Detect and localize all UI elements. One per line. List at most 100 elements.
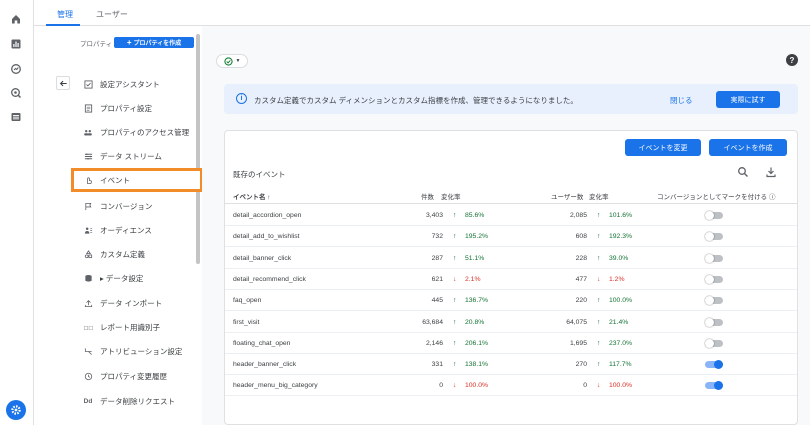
trend-up-arrow-icon: ↑: [453, 233, 457, 241]
advertising-icon[interactable]: [9, 86, 23, 100]
flag-icon: [82, 200, 94, 212]
home-icon[interactable]: [9, 12, 23, 26]
list-icon[interactable]: [9, 110, 23, 124]
table-row[interactable]: first_visit 63,684 ↑ 20.8% 64,075 ↑ 21.4%: [225, 312, 797, 333]
users-cell: 228: [575, 254, 587, 262]
event-name-cell: detail_banner_click: [233, 254, 292, 262]
trend-up-arrow-icon: ↑: [453, 318, 457, 326]
conversion-toggle[interactable]: [705, 381, 723, 391]
create-event-button[interactable]: イベントを作成: [709, 139, 787, 156]
table-row[interactable]: detail_accordion_open 3,403 ↑ 85.6% 2,085 ↑ 10…: [225, 205, 797, 226]
conversion-toggle[interactable]: [705, 338, 723, 348]
nav-label: カスタム定義: [100, 249, 145, 259]
nav-attribution-settings[interactable]: アトリビューション設定: [82, 342, 196, 360]
table-row[interactable]: detail_banner_click 287 ↑ 51.1% 228 ↑ 39.0%: [225, 248, 797, 269]
nav-label: データ インポート: [100, 298, 163, 308]
header-users[interactable]: ユーザー数: [551, 191, 583, 201]
people-icon: [82, 126, 94, 138]
nav-data-deletion-requests[interactable]: Dd データ削除リクエスト: [82, 392, 196, 410]
header-change-count[interactable]: 変化率: [441, 191, 461, 201]
table-row[interactable]: header_banner_click 331 ↑ 138.1% 270 ↑ 117.7%: [225, 354, 797, 376]
nav-setup-assistant[interactable]: 設定アシスタント: [82, 75, 196, 93]
conversion-toggle[interactable]: [705, 360, 723, 370]
svg-text:☐☐: ☐☐: [84, 325, 94, 331]
audience-icon: [82, 224, 94, 236]
explore-icon[interactable]: [9, 62, 23, 76]
conversion-toggle[interactable]: [705, 317, 723, 327]
nav-reporting-identity[interactable]: ☐☐ レポート用識別子: [82, 318, 196, 336]
nav-label: データ削除リクエスト: [100, 396, 175, 406]
create-property-button[interactable]: + プロパティを作成: [114, 37, 194, 48]
checkbox-icon: [82, 78, 94, 90]
help-icon[interactable]: ?: [786, 54, 798, 66]
trend-up-arrow-icon: ↑: [453, 254, 457, 262]
conversion-toggle[interactable]: [705, 232, 723, 242]
tab-admin[interactable]: 管理: [57, 9, 73, 20]
table-row[interactable]: detail_add_to_wishlist 732 ↑ 195.2% 608 ↑ 192.…: [225, 226, 797, 248]
info-icon: i: [236, 93, 247, 104]
toggle-knob: [714, 360, 723, 370]
nav-audiences[interactable]: オーディエンス: [82, 221, 196, 239]
table-row[interactable]: faq_open 445 ↑ 136.7% 220 ↑ 100.0%: [225, 290, 797, 312]
users-change-cell: 39.0%: [609, 254, 629, 262]
header-event-name[interactable]: イベント名 ↑: [233, 191, 271, 201]
nav-data-settings[interactable]: ▸ データ設定: [82, 269, 196, 287]
nav-property-settings[interactable]: プロパティ設定: [82, 99, 196, 117]
download-icon[interactable]: [765, 166, 777, 178]
event-name-cell: first_visit: [233, 318, 260, 326]
header-change-users[interactable]: 変化率: [589, 191, 609, 201]
trend-down-arrow-icon: ↓: [453, 382, 457, 390]
users-change-cell: 1.2%: [609, 275, 625, 283]
banner-try-button[interactable]: 実際に試す: [716, 91, 780, 108]
reports-icon[interactable]: [9, 37, 23, 51]
banner-close-button[interactable]: 閉じる: [670, 95, 693, 106]
users-cell: 477: [575, 275, 587, 283]
left-nav-rail: [0, 0, 34, 425]
nav-events[interactable]: イベント: [71, 168, 203, 192]
count-cell: 0: [439, 382, 443, 390]
table-row[interactable]: detail_recommend_click 621 ↓ 2.1% 477 ↓ 1.2%: [225, 269, 797, 290]
count-change-cell: 206.1%: [465, 339, 489, 347]
trend-down-arrow-icon: ↓: [597, 275, 601, 283]
trend-up-arrow-icon: ↑: [597, 233, 601, 241]
touch-icon: [82, 174, 94, 186]
admin-gear-icon[interactable]: [6, 400, 26, 420]
trend-up-arrow-icon: ↑: [453, 212, 457, 219]
status-dropdown[interactable]: ▼: [216, 54, 248, 68]
toggle-knob: [705, 317, 714, 327]
nav-label: イベント: [100, 175, 130, 185]
search-icon[interactable]: [737, 166, 749, 178]
table-header: イベント名 ↑ 件数 変化率 ユーザー数 変化率 コンバージョンとしてマークを付…: [225, 186, 797, 204]
panel-scrollbar[interactable]: [196, 34, 200, 264]
count-cell: 2,146: [425, 339, 443, 347]
toggle-knob: [705, 338, 714, 348]
nav-custom-definitions[interactable]: カスタム定義: [82, 245, 196, 263]
count-change-cell: 2.1%: [465, 275, 481, 283]
modify-event-button[interactable]: イベントを変更: [625, 139, 701, 156]
nav-data-streams[interactable]: データ ストリーム: [82, 147, 196, 165]
back-arrow-icon[interactable]: [56, 76, 70, 90]
users-change-cell: 100.0%: [609, 297, 633, 305]
conversion-toggle[interactable]: [705, 211, 723, 220]
conversion-toggle[interactable]: [705, 274, 723, 284]
count-cell: 331: [431, 361, 443, 369]
nav-label: アトリビューション設定: [100, 346, 183, 356]
conversion-toggle[interactable]: [705, 253, 723, 263]
table-row[interactable]: header_menu_big_category 0 ↓ 100.0% 0 ↓ 100.0%: [225, 375, 797, 397]
nav-conversions[interactable]: コンバージョン: [82, 197, 196, 215]
nav-label: オーディエンス: [100, 225, 152, 235]
nav-property-change-history[interactable]: プロパティ変更履歴: [82, 367, 196, 385]
header-count[interactable]: 件数: [421, 191, 434, 201]
admin-settings-panel: プロパティ + プロパティを作成 設定アシスタント プロパティ設定 プロパティの…: [34, 26, 203, 425]
header-conversion: コンバージョンとしてマークを付ける ⓘ: [657, 194, 776, 201]
event-name-cell: header_banner_click: [233, 361, 297, 369]
conversion-toggle[interactable]: [705, 296, 723, 306]
nav-data-import[interactable]: データ インポート: [82, 294, 196, 312]
table-row[interactable]: floating_chat_open 2,146 ↑ 206.1% 1,695 ↑ 237.…: [225, 333, 797, 354]
count-change-cell: 51.1%: [465, 254, 485, 262]
history-icon: [82, 370, 94, 382]
tab-user[interactable]: ユーザー: [96, 9, 128, 20]
nav-property-access[interactable]: プロパティのアクセス管理: [82, 123, 196, 141]
streams-icon: [82, 150, 94, 162]
trend-up-arrow-icon: ↑: [597, 361, 601, 369]
